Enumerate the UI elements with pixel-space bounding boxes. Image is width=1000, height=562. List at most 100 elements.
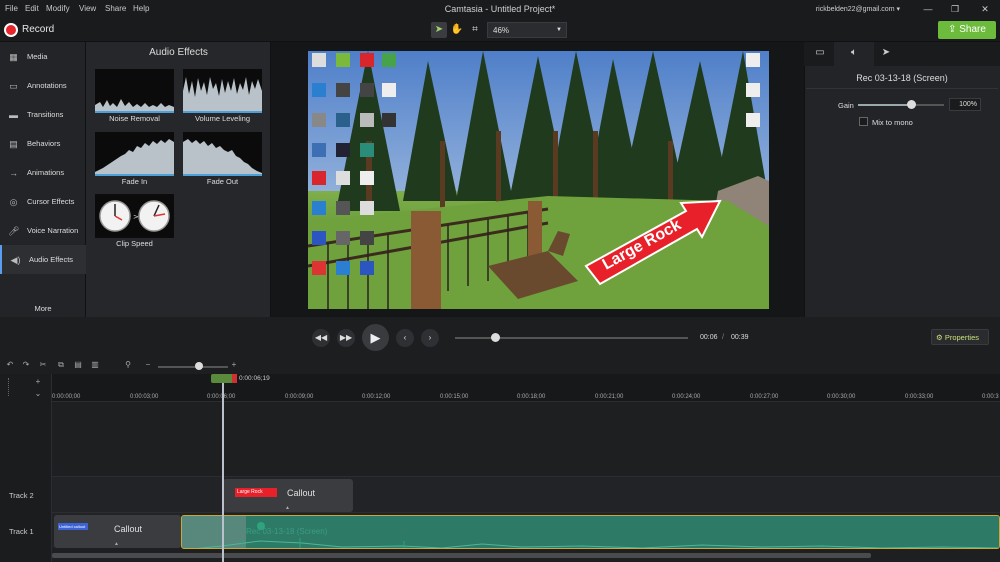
pan-tool-icon[interactable]: ✋ <box>449 22 465 38</box>
maximize-icon[interactable]: ❐ <box>948 3 962 15</box>
microphone-icon: 🎤︎ <box>8 225 20 236</box>
zoom-value: 46% <box>493 26 510 35</box>
sidebar-item-label: Audio Effects <box>29 255 74 264</box>
record-button[interactable]: Record <box>22 24 54 35</box>
sidebar-item-voice-narration[interactable]: 🎤︎ Voice Narration <box>0 216 86 245</box>
zoom-select[interactable]: 46% ▼ <box>487 22 567 38</box>
ruler-tick: 0:00:27;00 <box>750 394 779 400</box>
collapse-icon[interactable]: ⌄ <box>33 389 43 399</box>
ruler-tick: 0:00:00;00 <box>52 394 81 400</box>
tab-visual-film-icon[interactable]: ▭ <box>813 46 827 60</box>
crop-tool-icon[interactable]: ⌗ <box>467 22 483 38</box>
ruler-tick: 0:00:30;00 <box>827 394 856 400</box>
out-point-marker[interactable] <box>232 374 237 383</box>
gain-value-input[interactable]: 100% <box>949 98 981 111</box>
track-drag-handle[interactable] <box>8 378 14 396</box>
waveform-thumbnail <box>183 69 262 113</box>
play-button[interactable]: ▶ <box>362 324 389 351</box>
minimize-icon[interactable]: — <box>921 3 935 15</box>
track-2[interactable] <box>52 476 1000 512</box>
sidebar-item-audio-effects[interactable]: ◀) Audio Effects <box>0 245 86 274</box>
chevron-down-icon: ▾ <box>896 6 900 13</box>
callout-clip-track-1[interactable]: Untitled callout Callout ▲ <box>54 515 181 548</box>
effect-fade-out[interactable]: Fade Out <box>183 132 262 188</box>
user-account[interactable]: rickbelden22@gmail.com ▾ <box>816 5 900 13</box>
effect-volume-leveling[interactable]: Volume Leveling <box>183 69 262 125</box>
playhead-time: 0:00:06;19 <box>239 375 270 382</box>
keyframe-handle[interactable] <box>257 522 265 530</box>
copy-icon[interactable]: ⧉ <box>56 360 66 370</box>
ruler-tick: 0:00:18;00 <box>517 394 546 400</box>
share-button[interactable]: ⇪ Share <box>938 21 996 39</box>
sidebar-item-cursor-effects[interactable]: ◎ Cursor Effects <box>0 187 86 216</box>
clock-icon: > <box>95 194 174 238</box>
properties-button[interactable]: ⚙ Properties <box>931 329 989 345</box>
effects-panel-title: Audio Effects <box>149 47 208 58</box>
sidebar-item-transitions[interactable]: ▬ Transitions <box>0 100 86 129</box>
redo-icon[interactable]: ↷ <box>21 360 31 370</box>
timeline-zoom-slider[interactable] <box>158 366 228 368</box>
ruler-tick: 0:00:21;00 <box>595 394 624 400</box>
effect-clip-speed[interactable]: > Clip Speed <box>95 194 174 250</box>
close-icon[interactable]: ✕ <box>978 3 992 15</box>
gain-label: Gain <box>838 101 854 110</box>
sidebar-item-label: Behaviors <box>27 139 61 148</box>
sidebar-item-label: Transitions <box>27 110 64 119</box>
callout-thumbnail-badge: Untitled callout <box>58 523 88 530</box>
sidebar-item-annotations[interactable]: ▭ Annotations <box>0 71 86 100</box>
gain-slider-fill <box>858 104 912 106</box>
sidebar-item-label: Annotations <box>27 81 67 90</box>
ruler-tick: 0:00:09;00 <box>285 394 314 400</box>
zoom-search-icon[interactable]: ⚲ <box>123 360 133 370</box>
video-preview[interactable]: Large Rock <box>308 51 769 309</box>
add-track-icon[interactable]: + <box>33 377 43 387</box>
clip-label: Callout <box>114 524 143 534</box>
next-icon[interactable]: › <box>421 329 439 347</box>
mix-to-mono-checkbox[interactable] <box>859 117 868 126</box>
callout-clip-track-2[interactable]: Large Rock ▶ Callout ▲ <box>223 479 353 512</box>
zoom-in-icon[interactable]: + <box>229 360 239 370</box>
timeline-zoom-handle[interactable] <box>195 362 203 370</box>
effect-label: Fade Out <box>206 177 239 186</box>
undo-icon[interactable]: ↶ <box>5 360 15 370</box>
film-icon: ▦ <box>9 51 18 62</box>
clip-handle-icon: ▲ <box>285 505 290 511</box>
screen-recording-clip[interactable]: Rec 03-13-18 (Screen) <box>181 515 1000 549</box>
sidebar-item-behaviors[interactable]: ▤ Behaviors <box>0 129 86 158</box>
clip-label: Callout <box>287 488 316 498</box>
step-forward-icon[interactable]: ▶▶ <box>337 329 355 347</box>
current-time: 00:06 <box>700 334 718 341</box>
more-button[interactable]: More <box>0 304 86 313</box>
arrow-right-icon: ▶ <box>269 487 276 496</box>
zoom-out-icon[interactable]: − <box>143 360 153 370</box>
effect-fade-in[interactable]: Fade In <box>95 132 174 188</box>
transition-icon: ▬ <box>9 109 18 120</box>
playback-scrubber[interactable] <box>455 337 688 339</box>
waveform-thumbnail <box>183 132 262 176</box>
track-1-label: Track 1 <box>9 527 34 536</box>
effect-label: Fade In <box>121 177 148 186</box>
effect-label: Volume Leveling <box>194 114 251 123</box>
clip-name: Rec 03-13-18 (Screen) <box>856 73 948 83</box>
tab-audio-speaker-icon[interactable]: 🔈︎ <box>847 46 861 60</box>
effect-noise-removal[interactable]: Noise Removal <box>95 69 174 125</box>
record-icon[interactable] <box>4 23 18 37</box>
ruler-tick: 0:00:33;00 <box>905 394 934 400</box>
playhead[interactable] <box>222 376 224 562</box>
tab-cursor-icon[interactable]: ➤ <box>879 46 893 60</box>
step-back-icon[interactable]: ◀◀ <box>312 329 330 347</box>
select-tool-icon[interactable]: ➤ <box>431 22 447 38</box>
share-icon: ⇪ <box>948 24 957 35</box>
effect-label: Noise Removal <box>109 114 160 123</box>
ruler-tick: 0:00:3 <box>982 394 999 400</box>
cut-icon[interactable]: ✂ <box>38 360 48 370</box>
sidebar-item-media[interactable]: ▦ Media <box>0 42 86 71</box>
ruler-tick: 0:00:24;00 <box>672 394 701 400</box>
ruler-tick: 0:00:15;00 <box>440 394 469 400</box>
previous-icon[interactable]: ‹ <box>396 329 414 347</box>
timeline-scrollbar[interactable] <box>52 553 871 558</box>
scrubber-handle[interactable] <box>490 333 500 342</box>
paste-icon[interactable]: ▤ <box>73 360 83 370</box>
sidebar-item-animations[interactable]: → Animations <box>0 158 86 187</box>
split-icon[interactable]: ▥ <box>90 360 100 370</box>
